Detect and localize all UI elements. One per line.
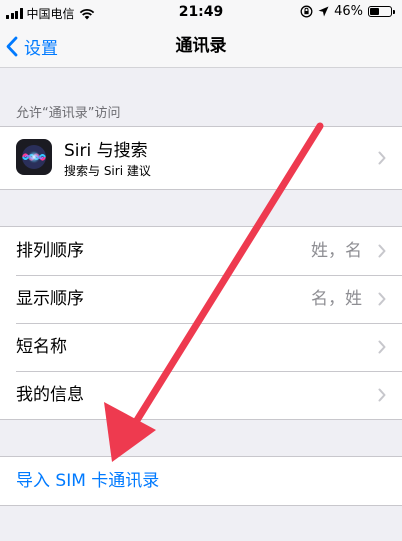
import-sim-label: 导入 SIM 卡通讯录 <box>16 471 160 491</box>
nav-bar: 设置 通讯录 <box>0 24 402 68</box>
status-bar: 中国电信 21:49 46% <box>0 0 402 24</box>
siri-icon <box>16 139 52 175</box>
battery-icon <box>368 6 395 17</box>
display-order-row[interactable]: 显示顺序 名，姓 <box>0 275 402 323</box>
rotation-lock-icon <box>300 5 313 18</box>
display-order-value: 名，姓 <box>311 289 362 309</box>
chevron-right-icon <box>378 292 386 306</box>
section-header: 允许“通讯录”访问 <box>16 106 121 121</box>
siri-title: Siri 与搜索 <box>64 141 148 161</box>
location-icon <box>318 6 329 17</box>
battery-percent: 46% <box>334 4 363 19</box>
siri-search-row[interactable]: Siri 与搜索 搜索与 Siri 建议 <box>0 127 402 189</box>
sort-order-value: 姓，名 <box>311 241 362 261</box>
battery-fill <box>370 8 380 15</box>
my-info-label: 我的信息 <box>16 385 84 405</box>
short-name-row[interactable]: 短名称 <box>0 323 402 371</box>
siri-subtitle: 搜索与 Siri 建议 <box>64 164 151 178</box>
status-right: 46% <box>300 4 395 19</box>
import-sim-button[interactable]: 导入 SIM 卡通讯录 <box>0 457 402 505</box>
chevron-right-icon <box>378 151 386 165</box>
import-sim-group: 导入 SIM 卡通讯录 <box>0 456 402 506</box>
chevron-right-icon <box>378 244 386 258</box>
sort-order-label: 排列顺序 <box>16 241 84 261</box>
siri-group: Siri 与搜索 搜索与 Siri 建议 <box>0 126 402 190</box>
display-order-label: 显示顺序 <box>16 289 84 309</box>
short-name-label: 短名称 <box>16 337 67 357</box>
my-info-row[interactable]: 我的信息 <box>0 371 402 419</box>
sort-order-row[interactable]: 排列顺序 姓，名 <box>0 227 402 275</box>
chevron-right-icon <box>378 340 386 354</box>
page-title: 通讯录 <box>175 36 227 56</box>
battery-nub <box>393 10 395 14</box>
chevron-right-icon <box>378 388 386 402</box>
sort-display-group: 排列顺序 姓，名 显示顺序 名，姓 短名称 我的信息 <box>0 226 402 420</box>
